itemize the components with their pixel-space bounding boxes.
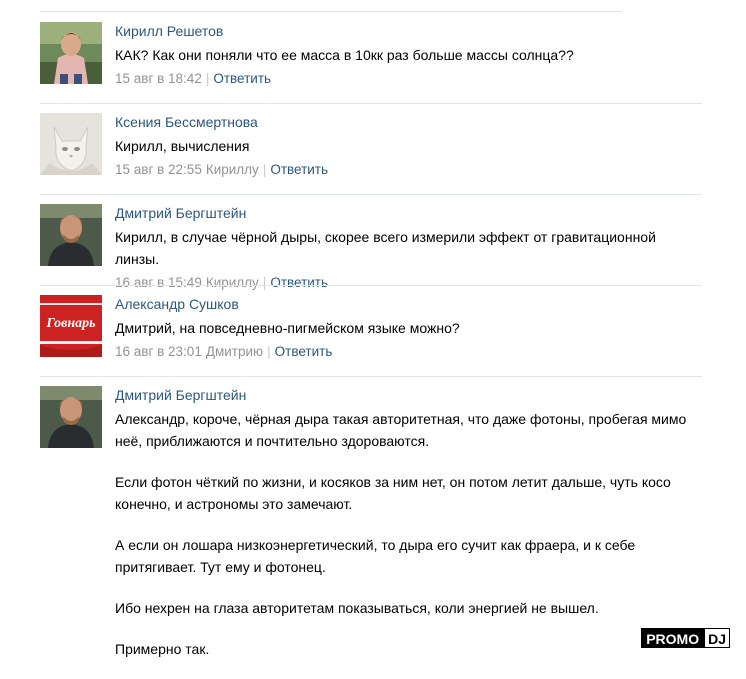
top-divider [40, 11, 622, 12]
comment-paragraph: Примерно так. [115, 641, 210, 657]
reply-to-name[interactable]: Кириллу [206, 162, 259, 177]
comment-item: Ксения Бессмертнова Кирилл, вычисления 1… [40, 113, 702, 177]
comment-meta: 16 авг в 23:01 Дмитрию | Ответить [115, 343, 702, 361]
reply-to-name[interactable]: Кириллу [206, 275, 259, 290]
avatar[interactable]: Говнарь [40, 295, 102, 357]
comment-date[interactable]: 15 авг в 18:42 [115, 71, 202, 86]
reply-button[interactable]: Ответить [213, 71, 271, 86]
comment-text: Александр, короче, чёрная дыра такая авт… [115, 408, 702, 660]
comment-meta: 15 авг в 18:42 | Ответить [115, 70, 702, 88]
comment-paragraph: А если он лошара низкоэнергетический, то… [115, 537, 636, 575]
comment-date[interactable]: 16 авг в 23:01 [115, 344, 202, 359]
comment-meta: 15 авг в 22:55 Кириллу | Ответить [115, 161, 702, 179]
divider [40, 285, 702, 286]
comment-text: Кирилл, в случае чёрной дыры, скорее все… [115, 229, 656, 267]
reply-button[interactable]: Ответить [270, 275, 328, 290]
comment-item: Говнарь Александр Сушков Дмитрий, на пов… [40, 295, 702, 359]
divider [40, 103, 702, 104]
avatar[interactable] [40, 204, 102, 266]
comment-text: Кирилл, вычисления [115, 138, 250, 154]
comment-paragraph: Если фотон чёткий по жизни, и косяков за… [115, 474, 671, 512]
comment-text: Дмитрий, на повседневно-пигмейском языке… [115, 320, 460, 336]
watermark-part-2: DJ [704, 628, 730, 648]
comment-paragraph: Ибо нехрен на глаза авторитетам показыва… [115, 600, 599, 616]
reply-to-name[interactable]: Дмитрию [206, 344, 263, 359]
comment-date[interactable]: 15 авг в 22:55 [115, 162, 202, 177]
avatar[interactable] [40, 113, 102, 175]
avatar[interactable] [40, 386, 102, 448]
comment-date[interactable]: 16 авг в 15:49 [115, 275, 202, 290]
comment-item: Дмитрий Бергштейн Александр, короче, чёр… [40, 386, 702, 657]
watermark-part-1: PROMO [641, 628, 705, 648]
reply-button[interactable]: Ответить [270, 162, 328, 177]
watermark-logo: PROMO DJ [641, 628, 730, 648]
reply-button[interactable]: Ответить [275, 344, 333, 359]
author-name[interactable]: Кирилл Решетов [115, 22, 223, 40]
separator: | [267, 344, 271, 359]
author-name[interactable]: Александр Сушков [115, 295, 239, 313]
comment-text: КАК? Как они поняли что ее масса в 10кк … [115, 47, 574, 63]
avatar-logo-text: Говнарь [46, 316, 96, 331]
separator: | [262, 162, 267, 177]
separator: | [262, 275, 267, 290]
comment-paragraph: Александр, короче, чёрная дыра такая авт… [115, 411, 687, 449]
avatar[interactable] [40, 22, 102, 84]
author-name[interactable]: Ксения Бессмертнова [115, 113, 258, 131]
comment-item: Дмитрий Бергштейн Кирилл, в случае чёрно… [40, 204, 702, 290]
comment-meta: 16 авг в 15:49 Кириллу | Ответить [115, 274, 702, 292]
author-name[interactable]: Дмитрий Бергштейн [115, 386, 246, 404]
comment-item: Кирилл Решетов КАК? Как они поняли что е… [40, 22, 702, 86]
divider [40, 194, 702, 195]
separator: | [205, 71, 210, 86]
author-name[interactable]: Дмитрий Бергштейн [115, 204, 246, 222]
divider [40, 376, 702, 377]
